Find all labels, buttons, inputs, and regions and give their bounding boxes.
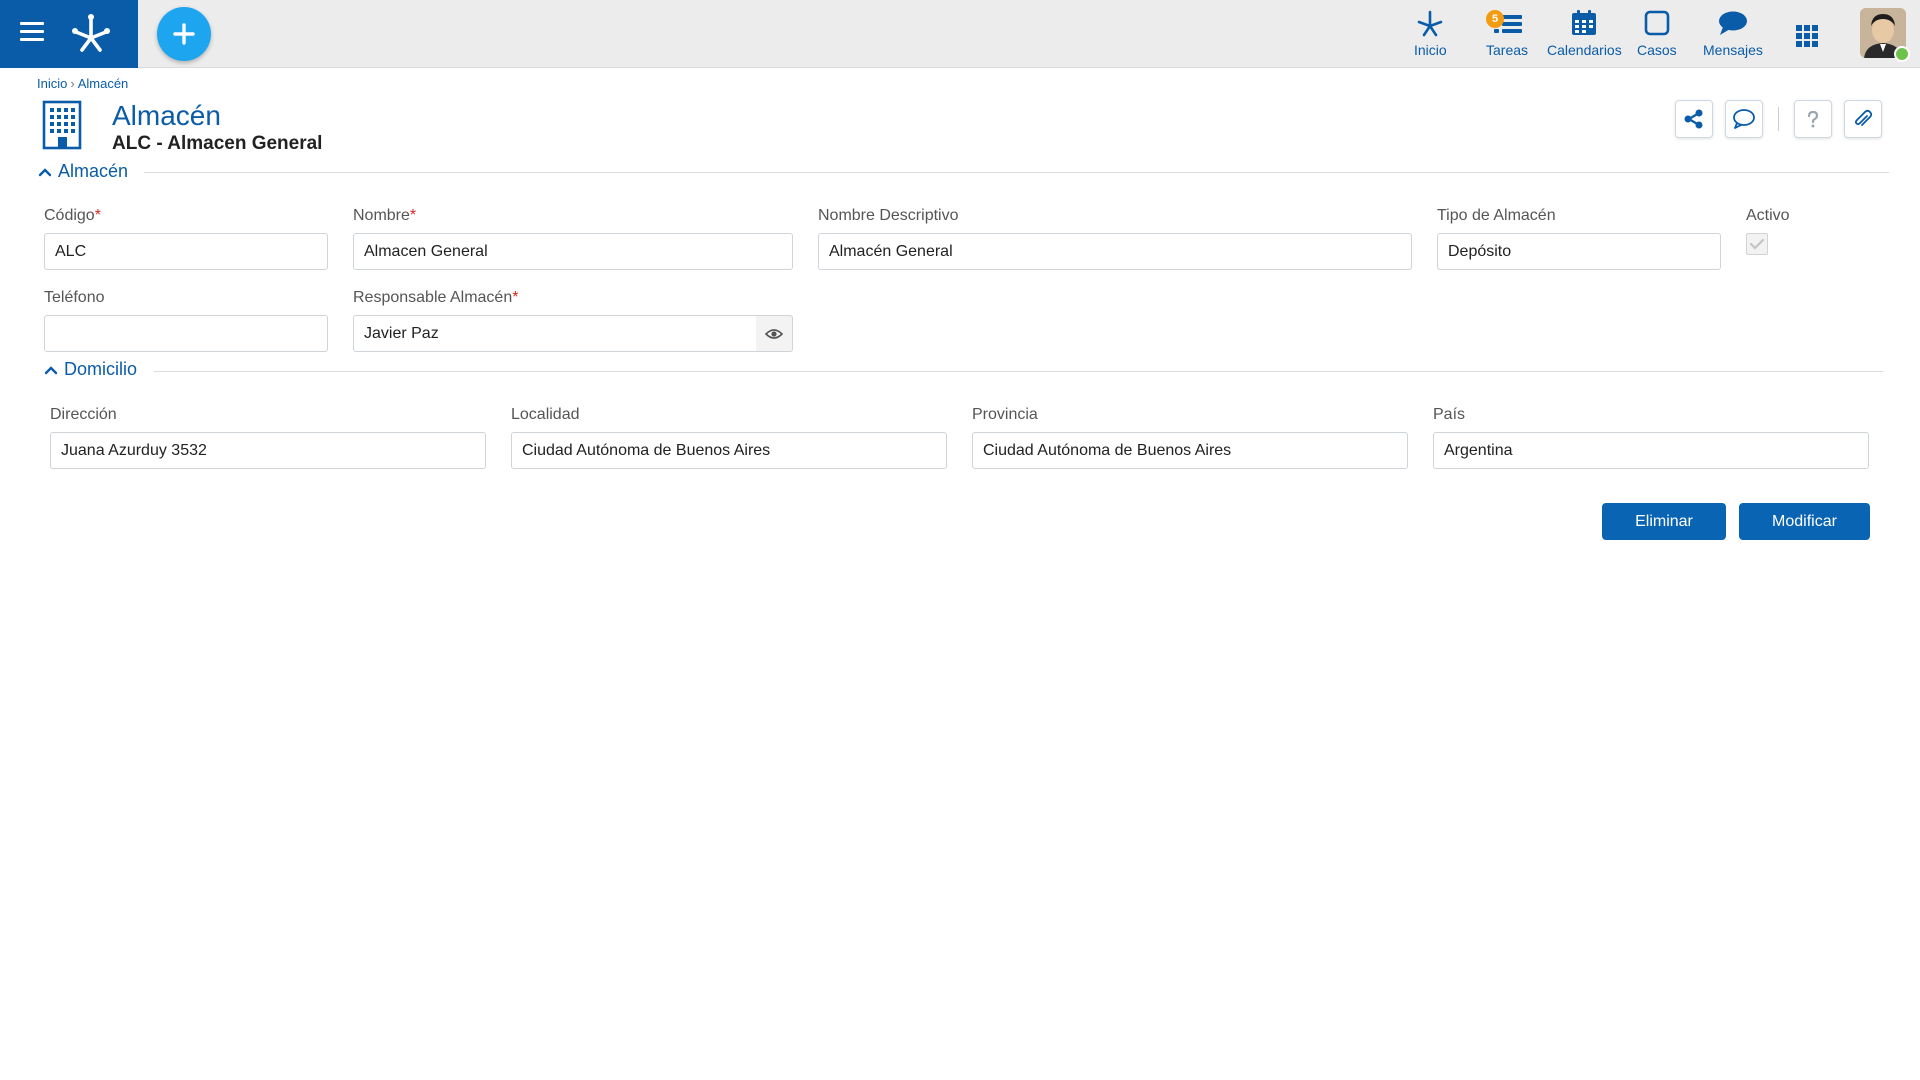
telefono-input[interactable] bbox=[44, 315, 328, 352]
nombre-descriptivo-label: Nombre Descriptivo bbox=[818, 207, 959, 224]
section-domicilio-divider bbox=[154, 371, 1883, 372]
nav-inicio-label: Inicio bbox=[1414, 42, 1447, 58]
help-button[interactable] bbox=[1794, 100, 1832, 138]
chevron-up-icon bbox=[38, 167, 52, 176]
chevron-up-icon bbox=[44, 365, 58, 374]
check-icon bbox=[1749, 238, 1765, 250]
nav-calendarios[interactable]: Calendarios bbox=[1547, 8, 1622, 60]
direccion-input[interactable] bbox=[50, 432, 486, 469]
nav-casos[interactable]: Casos bbox=[1637, 8, 1677, 60]
pais-label: País bbox=[1433, 406, 1466, 423]
modificar-button[interactable]: Modificar bbox=[1739, 503, 1870, 540]
breadcrumb-separator: › bbox=[70, 76, 75, 91]
breadcrumb-current[interactable]: Almacén bbox=[78, 76, 129, 91]
section-domicilio-toggle[interactable]: Domicilio bbox=[44, 359, 137, 380]
logo-icon[interactable] bbox=[68, 12, 114, 54]
pais-input[interactable] bbox=[1433, 432, 1869, 469]
plus-icon bbox=[173, 23, 195, 45]
menu-icon[interactable] bbox=[20, 22, 44, 42]
share-button[interactable] bbox=[1675, 100, 1713, 138]
case-icon bbox=[1644, 10, 1670, 36]
nav-inicio[interactable]: Inicio bbox=[1414, 8, 1447, 60]
tipo-almacen-label: Tipo de Almacén bbox=[1437, 207, 1556, 224]
eye-icon bbox=[765, 328, 783, 339]
nav-mensajes-label: Mensajes bbox=[1703, 42, 1763, 58]
direccion-label: Dirección bbox=[50, 406, 117, 423]
codigo-label: Código* bbox=[44, 207, 101, 224]
nombre-input[interactable] bbox=[353, 233, 793, 270]
comments-button[interactable] bbox=[1725, 100, 1763, 138]
nav-tareas[interactable]: 5 Tareas bbox=[1486, 8, 1528, 60]
toolbar-divider bbox=[1778, 107, 1779, 131]
nombre-descriptivo-input[interactable] bbox=[818, 233, 1412, 270]
page-title: Almacén bbox=[112, 100, 221, 131]
question-icon bbox=[1807, 110, 1819, 128]
top-bar: Inicio 5 Tareas Calendarios Casos Mensaj… bbox=[0, 0, 1920, 68]
codigo-input[interactable] bbox=[44, 233, 328, 270]
telefono-label: Teléfono bbox=[44, 289, 105, 306]
responsable-view-button[interactable] bbox=[756, 315, 793, 352]
message-icon bbox=[1718, 11, 1747, 35]
page-subtitle: ALC - Almacen General bbox=[112, 133, 323, 154]
localidad-input[interactable] bbox=[511, 432, 947, 469]
breadcrumb-home-link[interactable]: Inicio bbox=[37, 76, 67, 91]
comment-icon bbox=[1733, 109, 1755, 129]
nav-casos-label: Casos bbox=[1637, 42, 1677, 58]
section-domicilio-label: Domicilio bbox=[64, 359, 138, 379]
tipo-almacen-input[interactable] bbox=[1437, 233, 1721, 270]
section-almacen-toggle[interactable]: Almacén bbox=[38, 161, 128, 182]
calendar-icon bbox=[1572, 10, 1597, 35]
add-button[interactable] bbox=[157, 7, 211, 61]
attachments-button[interactable] bbox=[1844, 100, 1882, 138]
tasks-badge: 5 bbox=[1486, 10, 1505, 28]
breadcrumb: Inicio › Almacén bbox=[37, 76, 128, 91]
activo-label: Activo bbox=[1746, 207, 1790, 224]
share-icon bbox=[1684, 109, 1703, 129]
activo-checkbox[interactable] bbox=[1746, 233, 1768, 255]
section-almacen-divider bbox=[144, 172, 1889, 173]
building-icon bbox=[42, 100, 82, 150]
responsable-label: Responsable Almacén* bbox=[353, 289, 519, 306]
eliminar-button[interactable]: Eliminar bbox=[1602, 503, 1726, 540]
localidad-label: Localidad bbox=[511, 406, 580, 423]
nombre-label: Nombre* bbox=[353, 207, 417, 224]
paperclip-icon bbox=[1854, 109, 1873, 126]
responsable-input[interactable] bbox=[353, 315, 757, 352]
nav-tareas-label: Tareas bbox=[1486, 42, 1529, 58]
online-status-badge bbox=[1894, 46, 1910, 62]
brand-block bbox=[0, 0, 138, 68]
section-almacen-label: Almacén bbox=[58, 161, 129, 181]
nav-mensajes[interactable]: Mensajes bbox=[1703, 8, 1763, 60]
apps-grid-icon[interactable] bbox=[1795, 24, 1819, 48]
nav-calendarios-label: Calendarios bbox=[1547, 42, 1622, 58]
provincia-label: Provincia bbox=[972, 406, 1038, 423]
home-network-icon bbox=[1418, 10, 1443, 37]
provincia-input[interactable] bbox=[972, 432, 1408, 469]
